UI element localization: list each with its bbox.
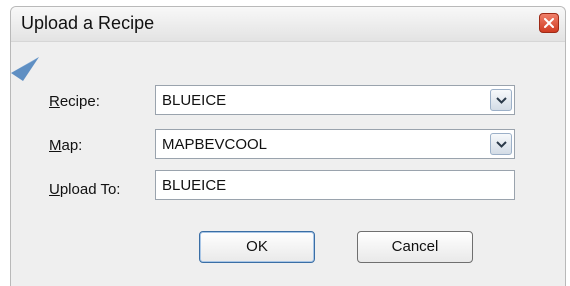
recipe-dropdown-button[interactable] xyxy=(490,89,512,111)
map-value: MAPBEVCOOL xyxy=(162,136,268,153)
chevron-down-icon xyxy=(496,97,507,104)
upload-to-label: Upload To: xyxy=(49,181,120,198)
recipe-label-text: ecipe: xyxy=(59,93,100,110)
upload-to-label-text: pload To: xyxy=(59,181,121,198)
recipe-value: BLUEICE xyxy=(162,92,227,109)
upload-to-value: BLUEICE xyxy=(162,177,227,194)
mouse-cursor-icon xyxy=(11,57,39,81)
upload-to-label-mnemonic: U xyxy=(49,181,60,198)
recipe-select[interactable]: BLUEICE xyxy=(155,85,515,115)
chevron-down-icon xyxy=(496,141,507,148)
recipe-label: Recipe: xyxy=(49,93,100,110)
upload-to-input[interactable]: BLUEICE xyxy=(155,170,515,200)
close-icon xyxy=(544,18,554,28)
map-label-mnemonic: M xyxy=(49,137,62,154)
dialog-title: Upload a Recipe xyxy=(21,13,155,33)
close-button[interactable] xyxy=(539,13,559,33)
cancel-button[interactable]: Cancel xyxy=(357,231,473,263)
map-dropdown-button[interactable] xyxy=(490,133,512,155)
map-label-text: ap: xyxy=(61,137,83,154)
ok-button[interactable]: OK xyxy=(199,231,315,263)
map-select[interactable]: MAPBEVCOOL xyxy=(155,129,515,159)
recipe-label-mnemonic: R xyxy=(49,93,60,110)
upload-recipe-dialog: Upload a Recipe Recipe: BLUEICE Map: MAP… xyxy=(10,6,566,286)
title-bar[interactable]: Upload a Recipe xyxy=(11,7,565,42)
map-label: Map: xyxy=(49,137,82,154)
